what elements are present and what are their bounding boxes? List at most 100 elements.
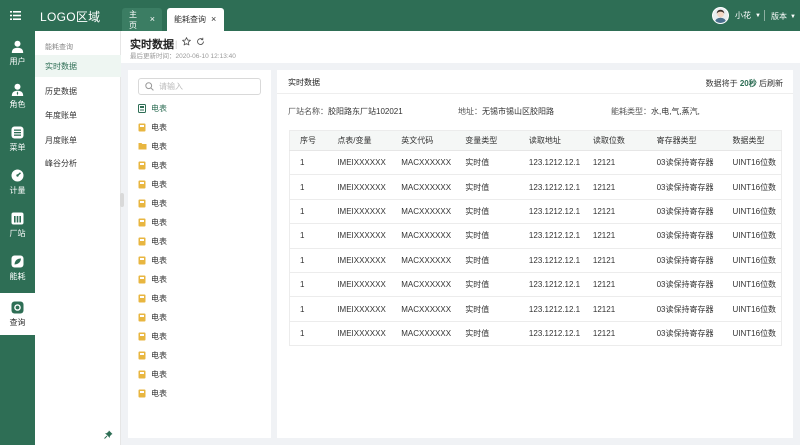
table-cell: 12121 [582,199,647,225]
tree-node[interactable]: 电表 [138,236,167,247]
table-cell: 12121 [582,272,647,298]
meter-file-icon [138,313,146,322]
table-cell: MACXXXXXX [391,223,456,249]
table-row[interactable]: 1 IMEIXXXXXX MACXXXXXX 实时值 123.1212.12.1 1212… [289,199,782,225]
last-updated-time: 最后更新时间：2020-06-10 12:13:40 [130,53,236,60]
pin-icon[interactable] [104,430,113,439]
station-value: 胶阳路东厂站102021 [328,107,403,116]
table-cell: 03读保持寄存器 [646,248,723,273]
tree-node-label: 电表 [151,161,167,170]
table-row[interactable]: 1 IMEIXXXXXX MACXXXXXX 实时值 123.1212.12.1 1212… [289,272,782,298]
tab-energy-query[interactable]: 能耗查询 × [167,8,224,31]
table-cell: 123.1212.12.1 [518,272,583,298]
nav-item-label: 角色 [9,99,26,109]
address-value: 无锡市锡山区胶阳路 [482,107,554,116]
tree-node[interactable]: 电表 [138,122,167,133]
tree-node[interactable]: 电表 [138,179,167,190]
role-icon [11,83,24,96]
table-cell: 12121 [582,223,647,249]
tree-node[interactable]: 电表 [138,293,167,304]
tree-node-label: 电表 [151,313,167,322]
meter-file-icon [138,332,146,341]
tab-home[interactable]: 主页 × [122,8,162,31]
table-cell: 03读保持寄存器 [646,150,723,176]
tree-node[interactable]: 电表 [138,160,167,171]
tree-node[interactable]: 电表 [138,388,167,399]
folder-icon [138,142,147,151]
nav-item-menu[interactable]: 菜单 [0,119,35,159]
energy-icon [11,255,24,268]
column-header: 寄存器类型 [646,130,723,151]
nav-item-meter[interactable]: 计量 [0,162,35,202]
tree-node[interactable]: 电表 [138,274,167,285]
meter-file-icon [138,180,146,189]
star-icon[interactable] [182,37,191,46]
left-nav: 用户 角色 菜单 计量 厂站 能耗 查询 [0,31,35,445]
meter-file-icon [138,218,146,227]
tree-node-label: 电表 [151,142,167,151]
nav-item-query[interactable]: 查询 [0,293,35,335]
divider: | [175,39,178,49]
hamburger-menu-icon[interactable] [0,0,31,31]
version-menu[interactable]: 版本 ▼ [771,11,796,22]
table-cell: 实时值 [455,321,519,347]
meter-file-icon [138,161,146,170]
chevron-down-icon: ▼ [755,12,761,19]
table-row[interactable]: 1 IMEIXXXXXX MACXXXXXX 实时值 123.1212.12.1 1212… [289,174,782,200]
table-row[interactable]: 1 IMEIXXXXXX MACXXXXXX 实时值 123.1212.12.1 1212… [289,296,782,322]
tree-node[interactable]: 电表 [138,141,167,152]
refresh-icon[interactable] [196,37,205,46]
tree-node-label: 电表 [151,218,167,227]
table-row[interactable]: 1 IMEIXXXXXX MACXXXXXX 实时值 123.1212.12.1 1212… [289,321,782,347]
table-cell: IMEIXXXXXX [327,272,392,298]
table-cell: 12121 [582,174,647,200]
column-header: 变量类型 [455,130,519,151]
table-cell: UINT16位数 [722,150,782,176]
table-cell: IMEIXXXXXX [327,174,392,200]
tree-node-label: 电表 [151,370,167,379]
meter-file-icon [138,237,146,246]
tree-node-label: 电表 [151,351,167,360]
table-cell: 123.1212.12.1 [518,199,583,225]
table-cell: UINT16位数 [722,248,782,273]
energy-type-info: 能耗类型：水,电,气,蒸汽, [611,106,700,117]
collapse-handle[interactable] [120,193,124,207]
tree-node[interactable]: 电表 [138,369,167,380]
tree-node[interactable]: 电表 [138,103,167,114]
nav-item-label: 计量 [9,185,26,195]
column-header: 序号 [289,130,328,151]
table-cell: 实时值 [455,248,519,273]
meter-node-icon [138,104,146,113]
submenu-item-realtime[interactable]: 实时数据 [45,61,77,72]
tree-node-label: 电表 [151,332,167,341]
nav-item-label: 厂站 [9,228,26,238]
table-row[interactable]: 1 IMEIXXXXXX MACXXXXXX 实时值 123.1212.12.1 1212… [289,150,782,176]
table-row[interactable]: 1 IMEIXXXXXX MACXXXXXX 实时值 123.1212.12.1 1212… [289,223,782,249]
tree-node[interactable]: 电表 [138,255,167,266]
submenu-item-monthly-bill[interactable]: 月度账单 [45,135,77,146]
refresh-count: 20秒 [739,79,757,88]
tree-node[interactable]: 电表 [138,312,167,323]
meter-file-icon [138,351,146,360]
close-icon[interactable]: × [211,15,216,24]
user-menu[interactable]: 小花 ▼ [712,7,761,24]
nav-item-user[interactable]: 用户 [0,33,35,73]
nav-item-station[interactable]: 厂站 [0,205,35,245]
nav-item-role[interactable]: 角色 [0,76,35,116]
table-row[interactable]: 1 IMEIXXXXXX MACXXXXXX 实时值 123.1212.12.1 1212… [289,248,782,273]
tree-node[interactable]: 电表 [138,331,167,342]
nav-item-energy[interactable]: 能耗 [0,248,35,288]
table-cell: 03读保持寄存器 [646,321,723,347]
tree-node[interactable]: 电表 [138,198,167,209]
tree-node[interactable]: 电表 [138,350,167,361]
table-cell: 1 [289,174,328,200]
submenu-item-peak-valley[interactable]: 峰谷分析 [45,158,77,169]
meter-icon [11,169,24,182]
table-cell: MACXXXXXX [391,199,456,225]
submenu-item-yearly-bill[interactable]: 年度账单 [45,110,77,121]
submenu-item-history[interactable]: 历史数据 [45,86,77,97]
close-icon[interactable]: × [150,15,155,24]
search-input[interactable] [159,82,254,91]
tree-node[interactable]: 电表 [138,217,167,228]
search-box[interactable] [138,78,261,95]
